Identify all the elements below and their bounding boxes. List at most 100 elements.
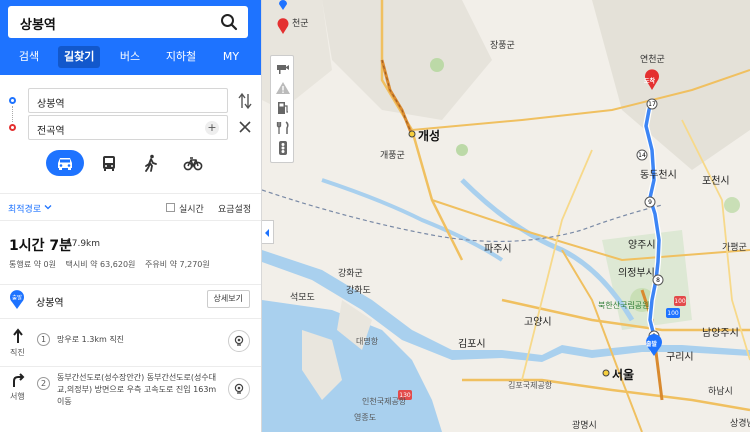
tab-directions[interactable]: 길찾기 bbox=[58, 46, 101, 68]
map-legend-markers bbox=[277, 0, 289, 34]
divider bbox=[0, 366, 261, 367]
straight-arrow-icon bbox=[13, 328, 23, 343]
mode-walk-button[interactable] bbox=[132, 150, 170, 176]
taxi-cost: 택시비 약 63,620원 bbox=[65, 260, 136, 269]
chevron-left-icon bbox=[265, 229, 269, 237]
map-base: 17 14 9 8 8 130 100 100 bbox=[262, 0, 750, 432]
car-icon bbox=[58, 158, 72, 170]
fuel-cost: 주유비 약 7,270원 bbox=[144, 260, 210, 269]
start-badge-text: 출발 bbox=[12, 294, 22, 302]
restaurant-icon[interactable] bbox=[275, 120, 291, 136]
map-label-gwangmyeong: 광명시 bbox=[572, 421, 597, 431]
traffic-light-icon[interactable] bbox=[275, 140, 291, 156]
map-label-cheongun: 천군 bbox=[292, 19, 309, 29]
warning-icon[interactable] bbox=[275, 80, 291, 96]
tab-subway[interactable]: 지하철 bbox=[162, 46, 200, 68]
step-2[interactable]: 서행 2 동부간선도로(성수장안간) 동부간선도로(성수대교,의정부) 방면으로… bbox=[0, 370, 261, 420]
realtime-label: 실시간 bbox=[179, 205, 204, 215]
cctv-icon bbox=[234, 335, 244, 346]
route-inputs: 상봉역 전곡역 + bbox=[0, 88, 261, 144]
realtime-checkbox[interactable] bbox=[166, 203, 175, 212]
map-label-gaepung: 개풍군 bbox=[380, 151, 405, 161]
map-label-namyangju: 남양주시 bbox=[702, 328, 739, 339]
swap-icon[interactable] bbox=[238, 92, 252, 110]
map-label-pocheon: 포천시 bbox=[702, 176, 730, 187]
transport-modes bbox=[0, 150, 261, 178]
step-1-number: 1 bbox=[37, 333, 50, 346]
svg-text:17: 17 bbox=[648, 101, 656, 108]
map-label-daemyeong: 대명항 bbox=[356, 337, 379, 346]
bus-icon bbox=[103, 156, 115, 171]
route-duration: 1시간 7분 bbox=[9, 238, 72, 254]
route-dotted-line bbox=[12, 106, 13, 122]
gas-station-icon[interactable] bbox=[275, 100, 291, 116]
route-summary: 1시간 7분 57.9km 통행료 약 0원 택시비 약 63,620원 주유비… bbox=[0, 221, 261, 285]
tab-search[interactable]: 검색 bbox=[16, 46, 42, 68]
end-dot-icon bbox=[9, 124, 16, 131]
map-label-uijeongbu: 의정부시 bbox=[618, 268, 655, 279]
close-icon[interactable] bbox=[238, 120, 252, 134]
chevron-down-icon[interactable] bbox=[44, 203, 52, 211]
map-label-jangpung: 장풍군 bbox=[490, 41, 515, 51]
map-label-gimpo-airport: 김포국제공항 bbox=[508, 381, 553, 390]
walk-icon bbox=[145, 154, 157, 172]
step-start: 출발 상봉역 상세보기 bbox=[0, 290, 261, 316]
svg-text:100: 100 bbox=[674, 298, 686, 305]
map-label-bukhansan: 북한산국립공원 bbox=[598, 301, 650, 310]
add-waypoint-button[interactable]: + bbox=[205, 121, 219, 135]
end-location-value: 전곡역 bbox=[37, 126, 65, 137]
start-location-value: 상봉역 bbox=[37, 99, 65, 110]
toll-cost: 통행료 약 0원 bbox=[9, 260, 56, 269]
map-label-seokmodo: 석모도 bbox=[290, 293, 315, 303]
route-sort-dropdown[interactable]: 최적경로 bbox=[8, 202, 41, 215]
tab-bus[interactable]: 버스 bbox=[116, 46, 144, 68]
bicycle-icon bbox=[183, 157, 203, 171]
route-distance: 57.9km bbox=[66, 239, 101, 249]
search-query: 상봉역 bbox=[20, 18, 56, 33]
start-location-field[interactable]: 상봉역 bbox=[28, 88, 228, 113]
mode-transit-button[interactable] bbox=[90, 150, 128, 176]
map-label-gangwhado: 강화도 bbox=[346, 286, 371, 296]
search-icon[interactable] bbox=[220, 13, 238, 31]
right-curve-arrow-icon bbox=[13, 373, 25, 387]
tab-my[interactable]: MY bbox=[218, 46, 244, 68]
search-input[interactable]: 상봉역 bbox=[8, 6, 248, 38]
mode-bike-button[interactable] bbox=[174, 150, 212, 176]
detail-view-button[interactable]: 상세보기 bbox=[206, 290, 250, 308]
step-1[interactable]: 직진 1 망우로 1.3km 직진 bbox=[0, 326, 261, 366]
step-2-cctv-button[interactable] bbox=[228, 378, 250, 400]
divider bbox=[0, 318, 261, 319]
panel-collapse-button[interactable] bbox=[262, 220, 274, 244]
panel-header: 상봉역 검색 길찾기 버스 지하철 MY bbox=[0, 0, 261, 75]
tab-bar: 검색 길찾기 버스 지하철 MY bbox=[0, 46, 261, 70]
cctv-layer-icon[interactable] bbox=[275, 60, 291, 76]
map-label-yangju: 양주시 bbox=[628, 240, 656, 251]
map-label-hanam: 하남시 bbox=[708, 387, 733, 397]
map-label-yeoncheon: 연천군 bbox=[640, 55, 665, 65]
mode-car-button[interactable] bbox=[46, 150, 84, 176]
map-label-incheon-airport: 인천국제공항 bbox=[362, 397, 407, 406]
destination-pin-label[interactable]: 도착 bbox=[644, 76, 655, 85]
start-pin-label[interactable]: 출발 bbox=[646, 339, 657, 348]
cctv-icon bbox=[234, 383, 244, 394]
map-label-seoul: 서울 bbox=[612, 368, 635, 382]
step-1-text: 망우로 1.3km 직진 bbox=[57, 335, 125, 344]
svg-text:100: 100 bbox=[667, 310, 679, 317]
map-toolbar bbox=[270, 55, 294, 163]
route-options-row: 최적경로 실시간 요금설정 bbox=[0, 193, 261, 221]
step-1-cctv-button[interactable] bbox=[228, 330, 250, 352]
map-label-dongducheon: 동두천시 bbox=[640, 170, 677, 181]
step-2-text: 동부간선도로(성수장안간) 동부간선도로(성수대교,의정부) 방면으로 우측 고… bbox=[57, 373, 217, 406]
directions-panel: 상봉역 검색 길찾기 버스 지하철 MY 상봉역 전곡역 + 최적경로 실시간 … bbox=[0, 0, 262, 432]
map-label-gapyeong: 가평군 bbox=[722, 243, 747, 253]
step-1-direction: 직진 bbox=[10, 348, 25, 357]
map-view[interactable]: 17 14 9 8 8 130 100 100 천군 장풍군 연천군 개성 개풍… bbox=[262, 0, 750, 432]
map-label-gangwha: 강화군 bbox=[338, 269, 363, 279]
svg-text:14: 14 bbox=[638, 152, 646, 159]
start-dot-icon bbox=[9, 97, 16, 104]
map-label-paju: 파주시 bbox=[484, 244, 512, 255]
fee-setting-link[interactable]: 요금설정 bbox=[218, 202, 251, 215]
map-label-goyang: 고양시 bbox=[524, 317, 552, 328]
end-location-field[interactable]: 전곡역 + bbox=[28, 115, 228, 140]
svg-text:8: 8 bbox=[656, 277, 660, 284]
